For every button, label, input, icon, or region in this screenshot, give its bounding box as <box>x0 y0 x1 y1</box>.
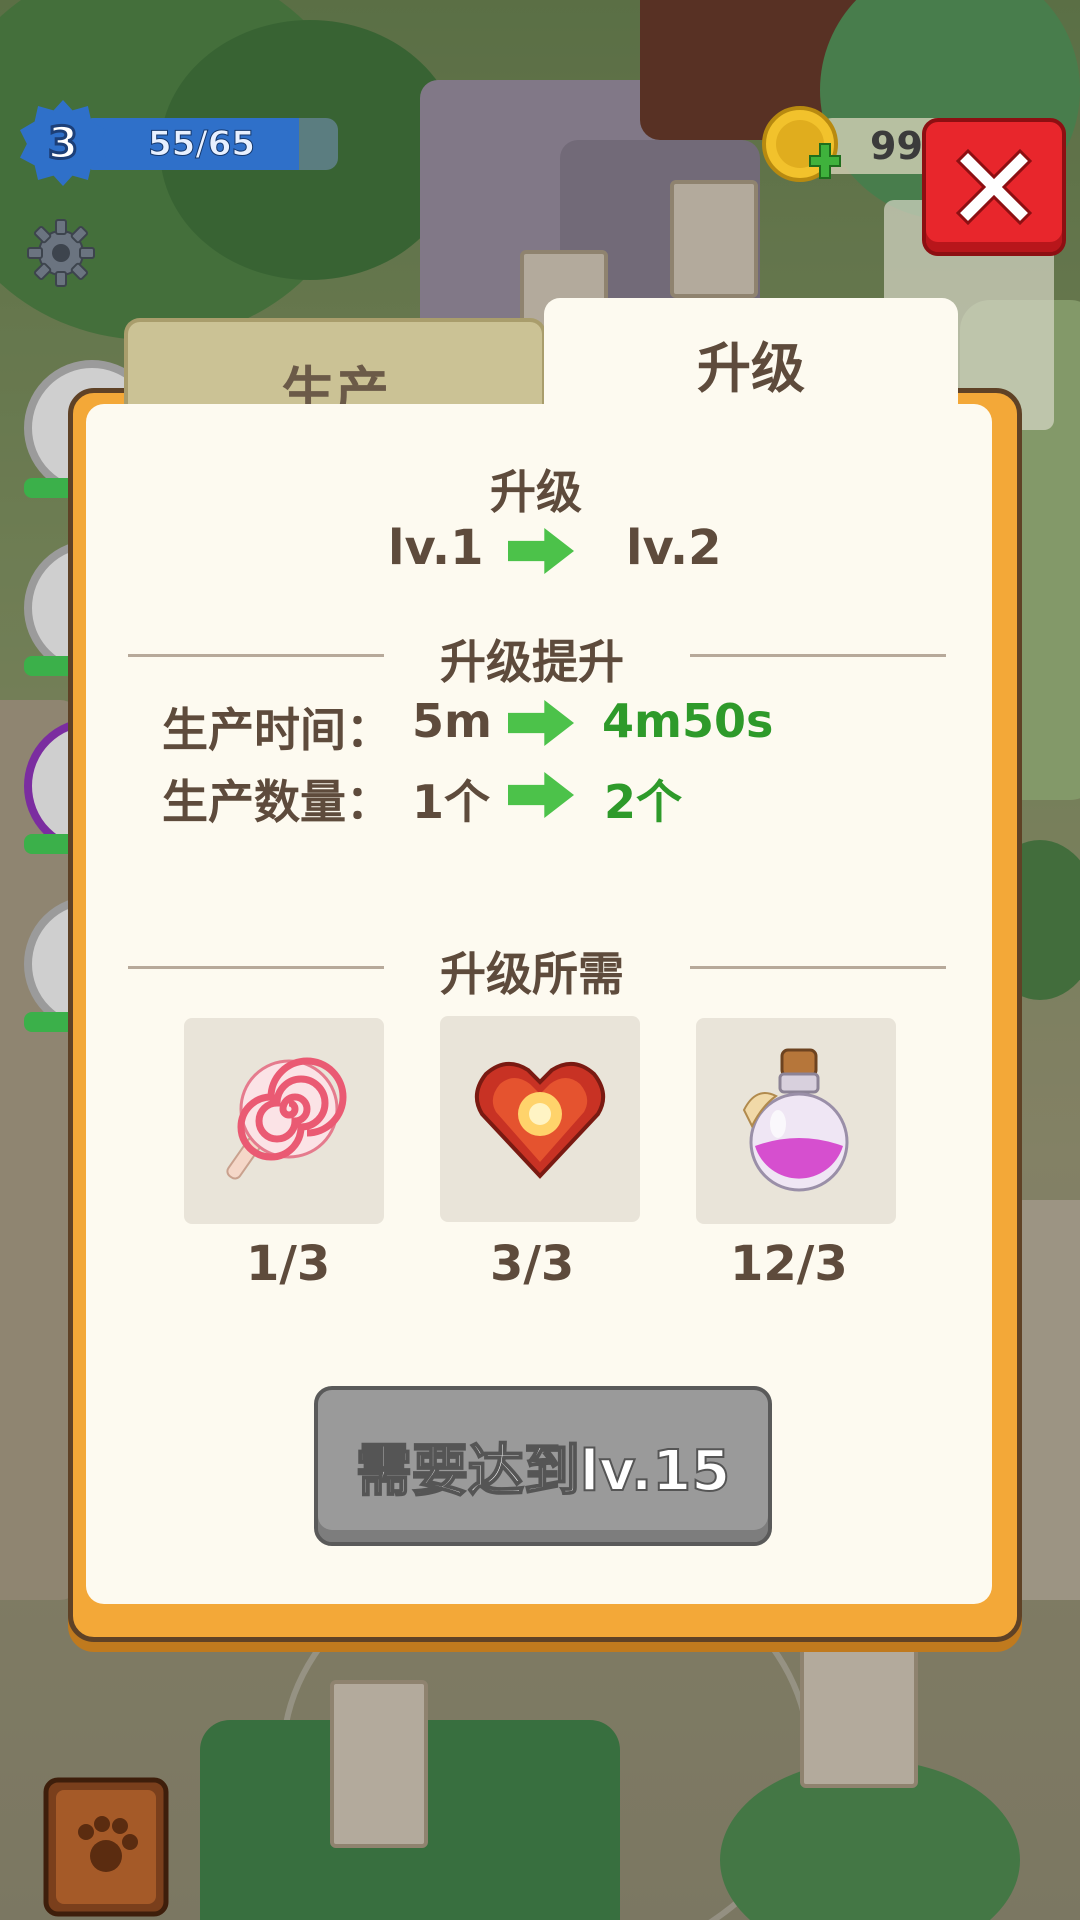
pink-potion-icon <box>742 1048 849 1192</box>
requirements-section-header: 升级所需 <box>440 947 624 1001</box>
boost-section-header: 升级提升 <box>440 635 624 689</box>
section-divider <box>690 966 946 969</box>
xp-progress-bar: 55/65 <box>82 118 338 170</box>
requirement-count-lollipop: 1/3 <box>246 1236 331 1292</box>
section-divider <box>128 966 384 969</box>
upgrade-title: 升级 <box>490 465 582 519</box>
stat-to-production-quantity: 2个 <box>604 775 683 829</box>
stat-to-production-time: 4m50s <box>602 694 774 748</box>
player-level-number: 3 <box>46 116 80 170</box>
tab-upgrade[interactable]: 升级 <box>544 298 958 458</box>
pet-journal-book-icon[interactable] <box>30 1770 180 1920</box>
stat-label-production-quantity: 生产数量： <box>162 775 392 829</box>
coin-add-icon[interactable] <box>760 104 850 194</box>
close-button[interactable] <box>922 118 1066 256</box>
requirement-count-potion: 12/3 <box>730 1236 848 1292</box>
close-icon <box>955 148 1033 226</box>
section-divider <box>128 654 384 657</box>
settings-gear-icon[interactable] <box>26 218 96 288</box>
upgrade-requirement-button[interactable]: 需要达到lv.15 <box>314 1386 772 1546</box>
requirement-count-fire-heart: 3/3 <box>490 1236 575 1292</box>
next-level: lv.2 <box>626 520 722 576</box>
requirement-slot-lollipop[interactable] <box>184 1018 384 1224</box>
xp-text: 55/65 <box>147 124 256 165</box>
requirement-slot-fire-heart[interactable] <box>440 1016 640 1222</box>
current-level: lv.1 <box>388 520 484 576</box>
tab-upgrade-label: 升级 <box>697 336 805 400</box>
lollipop-icon <box>226 1057 347 1180</box>
requirement-slot-potion[interactable] <box>696 1018 896 1224</box>
fire-heart-gem-icon <box>474 1062 606 1179</box>
stat-from-production-quantity: 1个 <box>412 775 491 829</box>
upgrade-requirement-label: 需要达到lv.15 <box>355 1438 731 1505</box>
stat-label-production-time: 生产时间： <box>162 703 392 757</box>
section-divider <box>690 654 946 657</box>
stat-from-production-time: 5m <box>412 694 492 748</box>
